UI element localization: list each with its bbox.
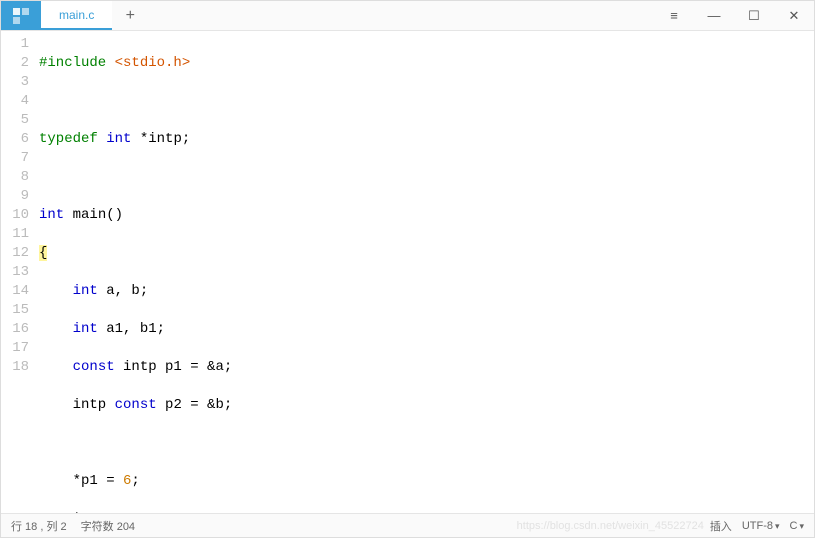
line-number: 4 [1,92,29,111]
line-number: 11 [1,225,29,244]
tab-main-c[interactable]: main.c [41,1,112,30]
line-number: 5 [1,111,29,130]
line-number: 12 [1,244,29,263]
line-number: 15 [1,301,29,320]
code-line [39,434,814,453]
close-icon: ✕ [789,8,800,24]
code-line: int a, b; [39,282,814,301]
watermark-text: https://blog.csdn.net/weixin_45522724 [517,520,704,532]
menu-button[interactable]: ≡ [654,1,694,30]
line-number: 13 [1,263,29,282]
line-number: 1 [1,35,29,54]
line-number: 10 [1,206,29,225]
code-line: int main() [39,206,814,225]
line-number: 7 [1,149,29,168]
minimize-button[interactable]: — [694,1,734,30]
editor-area[interactable]: 123456789101112131415161718 #include <st… [1,31,814,513]
line-number: 6 [1,130,29,149]
window-controls: ≡ — ☐ ✕ [654,1,814,30]
maximize-icon: ☐ [748,8,760,24]
line-number: 2 [1,54,29,73]
line-number: 8 [1,168,29,187]
char-count: 字符数 204 [81,518,135,534]
code-line: intp const p2 = &b; [39,396,814,415]
statusbar: 行 18 , 列 2 字符数 204 https://blog.csdn.net… [1,513,814,537]
status-left: 行 18 , 列 2 字符数 204 [11,518,135,534]
code-line: typedef int *intp; [39,130,814,149]
line-number: 18 [1,358,29,377]
logo-icon [12,7,30,25]
tab-label: main.c [59,8,94,22]
titlebar: main.c + ≡ — ☐ ✕ [1,1,814,31]
code-line [39,168,814,187]
chevron-down-icon: ▾ [775,521,780,531]
hamburger-icon: ≡ [670,8,678,23]
line-number-gutter: 123456789101112131415161718 [1,35,39,513]
status-right: 插入 UTF-8▾ C▾ [710,518,804,534]
maximize-button[interactable]: ☐ [734,1,774,30]
cursor-position[interactable]: 行 18 , 列 2 [11,518,67,534]
code-line: int a1, b1; [39,320,814,339]
plus-icon: + [126,7,135,25]
code-line: { [39,244,814,263]
line-number: 16 [1,320,29,339]
close-button[interactable]: ✕ [774,1,814,30]
line-number: 9 [1,187,29,206]
line-number: 14 [1,282,29,301]
language-dropdown[interactable]: C▾ [790,520,804,532]
code-line: *p1 = 6; [39,472,814,491]
code-line: const intp p1 = &a; [39,358,814,377]
encoding-dropdown[interactable]: UTF-8▾ [742,520,780,532]
code-line [39,92,814,111]
line-number: 3 [1,73,29,92]
chevron-down-icon: ▾ [799,521,804,531]
insert-mode[interactable]: 插入 [710,518,732,534]
line-number: 17 [1,339,29,358]
code-content[interactable]: #include <stdio.h> typedef int *intp; in… [39,35,814,513]
minimize-icon: — [708,8,721,23]
code-line: #include <stdio.h> [39,54,814,73]
app-icon [1,1,41,30]
new-tab-button[interactable]: + [112,1,148,30]
titlebar-spacer [148,1,654,30]
